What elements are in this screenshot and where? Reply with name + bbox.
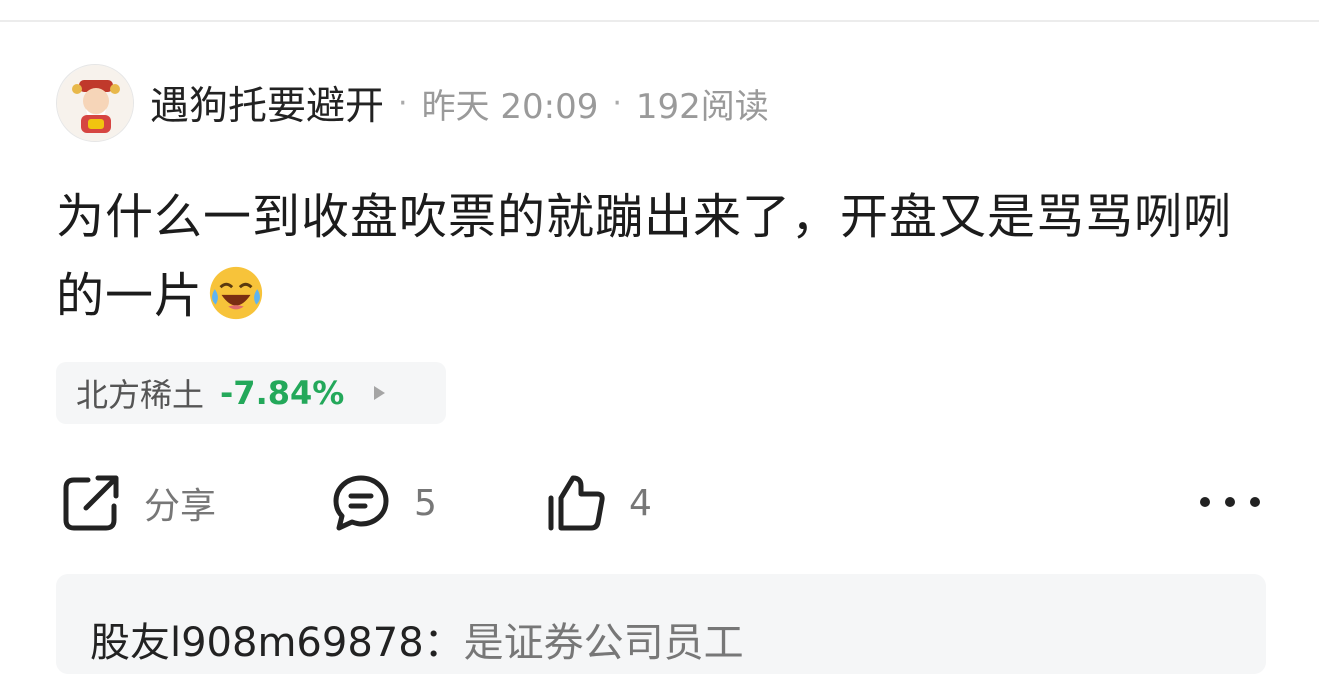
reply-preview[interactable]: 股友l908m69878：是证券公司员工 <box>56 574 1266 674</box>
thumbs-up-icon <box>548 475 605 531</box>
comment-icon <box>333 475 389 531</box>
reply-text: 是证券公司员工 <box>463 620 744 666</box>
post-content[interactable]: 为什么一到收盘吹票的就蹦出来了，开盘又是骂骂咧咧的一片 <box>56 178 1271 336</box>
share-icon <box>63 475 119 531</box>
post-header: 遇狗托要避开 · 昨天 20:09 · 192阅读 <box>150 75 769 131</box>
stock-tag[interactable]: 北方稀土 -7.84% <box>56 362 446 424</box>
top-divider <box>0 20 1319 22</box>
avatar-image <box>57 65 133 141</box>
more-dot <box>1225 497 1235 507</box>
reply-line: 股友l908m69878：是证券公司员工 <box>90 610 744 668</box>
like-button[interactable]: 4 <box>545 470 652 536</box>
author-avatar[interactable] <box>56 64 134 142</box>
stock-change: -7.84% <box>220 374 345 412</box>
read-count: 192阅读 <box>635 86 769 127</box>
share-button[interactable]: 分享 <box>60 470 216 536</box>
more-dot <box>1250 497 1260 507</box>
comment-button[interactable]: 5 <box>330 470 437 536</box>
more-options-icon[interactable] <box>1200 490 1260 514</box>
reply-user[interactable]: 股友l908m69878： <box>90 620 464 666</box>
play-arrow-icon <box>374 386 386 400</box>
meta-separator: · <box>398 85 408 121</box>
comment-count: 5 <box>414 482 437 524</box>
stock-name: 北方稀土 <box>76 376 205 414</box>
more-dot <box>1200 497 1210 507</box>
meta-separator: · <box>612 85 622 121</box>
share-label: 分享 <box>144 486 217 527</box>
like-count: 4 <box>629 482 652 524</box>
post-time: 昨天 20:09 <box>421 86 599 127</box>
author-name[interactable]: 遇狗托要避开 <box>150 75 384 131</box>
laughing-crying-emoji-icon <box>209 266 263 320</box>
